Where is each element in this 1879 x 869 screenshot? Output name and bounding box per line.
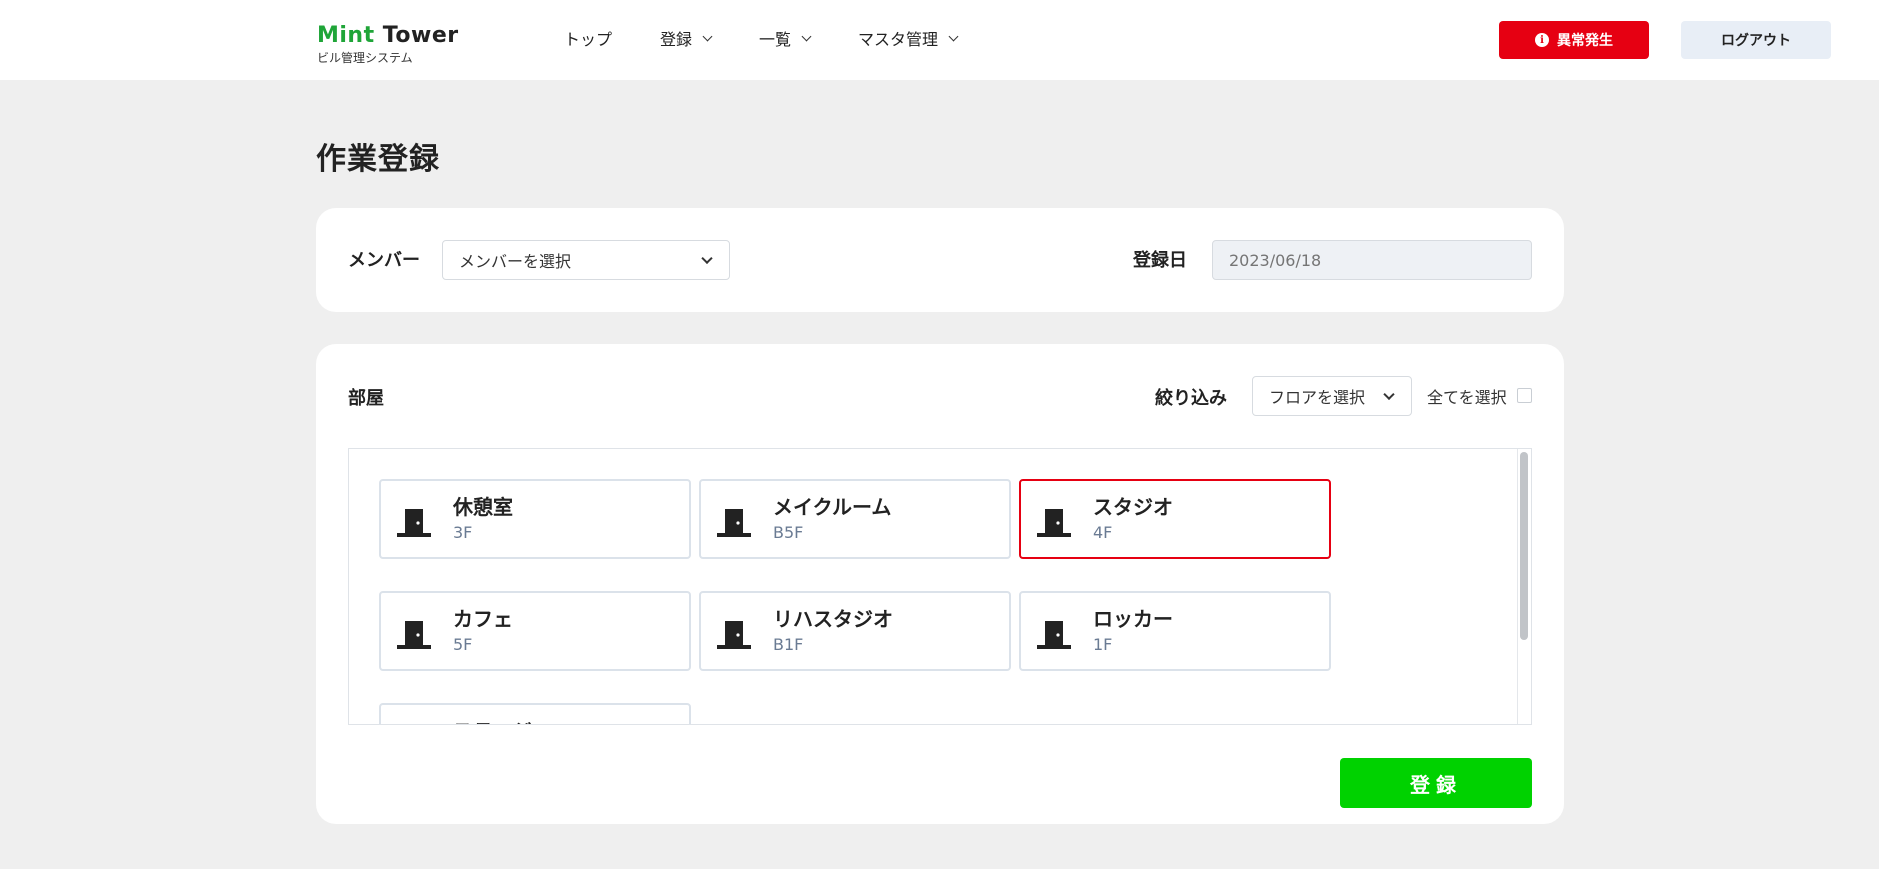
room-name: ステージ xyxy=(453,715,533,724)
member-select[interactable]: メンバーを選択 xyxy=(442,240,730,280)
logo-title: Mint Tower xyxy=(317,22,459,50)
door-icon xyxy=(1037,509,1071,537)
logo[interactable]: Mint Tower ビル管理システム xyxy=(317,22,459,66)
member-label: メンバー xyxy=(348,250,420,271)
floor-select-value: フロアを選択 xyxy=(1269,388,1366,407)
room-name: リハスタジオ xyxy=(773,607,893,631)
info-circle-icon: i xyxy=(1535,33,1549,47)
room-floor: 1F xyxy=(1093,635,1113,654)
scrollbar-thumb[interactable] xyxy=(1520,452,1528,640)
logo-mint: Mint xyxy=(317,23,375,48)
select-all-checkbox[interactable] xyxy=(1517,388,1532,403)
member-card: メンバー メンバーを選択 登録日 xyxy=(316,208,1564,312)
alert-button[interactable]: i 異常発生 xyxy=(1499,21,1649,59)
room-name: ロッカー xyxy=(1093,607,1173,631)
nav-item-label: トップ xyxy=(564,30,613,49)
room-section-title: 部屋 xyxy=(348,388,384,409)
room-name: カフェ xyxy=(453,607,513,631)
door-icon xyxy=(717,621,751,649)
chevron-down-icon xyxy=(801,31,812,41)
room-floor: 5F xyxy=(453,635,473,654)
room-list: 休憩室 3F メイクルーム B5F スタジオ 4F カフェ 5F リハスタジオ … xyxy=(348,448,1532,725)
nav-item-list[interactable]: 一覧 xyxy=(759,26,812,50)
room-name: メイクルーム xyxy=(773,495,892,519)
room-floor: B5F xyxy=(773,523,804,542)
date-field[interactable] xyxy=(1212,240,1532,280)
door-icon xyxy=(1037,621,1071,649)
room-floor: 4F xyxy=(1093,523,1113,542)
nav-item-register[interactable]: 登録 xyxy=(660,26,713,50)
page-title: 作業登録 xyxy=(316,142,440,177)
main-nav: トップ 登録 一覧 マスタ管理 xyxy=(564,26,1005,50)
alert-button-label: 異常発生 xyxy=(1557,33,1613,49)
submit-button[interactable]: 登録 xyxy=(1340,758,1532,808)
room-card-item[interactable]: ステージ xyxy=(379,703,691,724)
door-icon xyxy=(397,621,431,649)
filter-label: 絞り込み xyxy=(1155,388,1227,409)
nav-item-master[interactable]: マスタ管理 xyxy=(858,26,959,50)
logo-subtitle: ビル管理システム xyxy=(317,51,413,65)
room-floor: B1F xyxy=(773,635,804,654)
room-card-item[interactable]: 休憩室 3F xyxy=(379,479,691,559)
room-name: スタジオ xyxy=(1093,495,1173,519)
chevron-down-icon xyxy=(701,252,713,265)
room-card-item[interactable]: リハスタジオ B1F xyxy=(699,591,1011,671)
room-floor: 3F xyxy=(453,523,473,542)
logo-tower: Tower xyxy=(382,23,459,48)
nav-item-label: マスタ管理 xyxy=(858,30,939,49)
nav-item-label: 登録 xyxy=(660,30,693,49)
room-card-item-selected[interactable]: スタジオ 4F xyxy=(1019,479,1331,559)
chevron-down-icon xyxy=(948,31,959,41)
floor-select[interactable]: フロアを選択 xyxy=(1252,376,1412,416)
app-header: Mint Tower ビル管理システム トップ 登録 一覧 マスタ管理 i 異常… xyxy=(0,0,1879,80)
chevron-down-icon xyxy=(1383,388,1395,401)
chevron-down-icon xyxy=(702,31,713,41)
room-card-item[interactable]: メイクルーム B5F xyxy=(699,479,1011,559)
nav-item-label: 一覧 xyxy=(759,30,792,49)
member-select-value: メンバーを選択 xyxy=(459,252,572,271)
room-card-item[interactable]: ロッカー 1F xyxy=(1019,591,1331,671)
date-label: 登録日 xyxy=(1133,250,1187,271)
room-card: 部屋 絞り込み フロアを選択 全てを選択 休憩室 3F メイクルーム B5F ス… xyxy=(316,344,1564,824)
door-icon xyxy=(717,509,751,537)
scrollbar-track[interactable] xyxy=(1517,449,1531,724)
room-name: 休憩室 xyxy=(453,495,513,519)
logout-button[interactable]: ログアウト xyxy=(1681,21,1831,59)
select-all-label: 全てを選択 xyxy=(1427,388,1507,407)
nav-item-top[interactable]: トップ xyxy=(564,26,612,50)
door-icon xyxy=(397,509,431,537)
room-card-item[interactable]: カフェ 5F xyxy=(379,591,691,671)
